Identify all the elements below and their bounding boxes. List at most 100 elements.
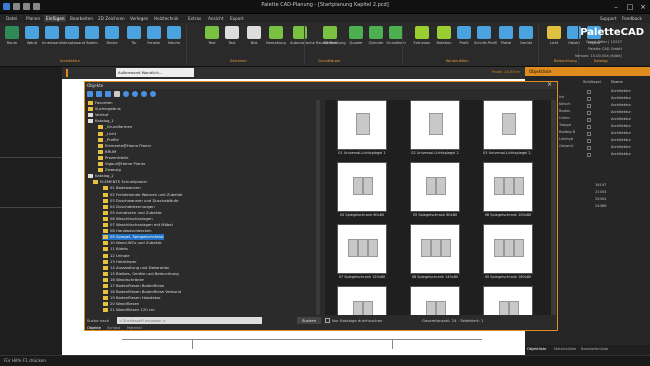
object-tab[interactable]: Material (127, 325, 142, 331)
ribbon-button-3[interactable]: Vorsatzwand (62, 26, 85, 45)
ribbon-button-15[interactable]: Quader (346, 26, 366, 45)
ribbon-button-1[interactable]: Wand (22, 26, 42, 45)
search-chip[interactable]: Außenwand Wandlich... (116, 68, 194, 77)
ribbon-button-12[interactable]: Bemaßung (266, 26, 286, 45)
folder-icon (103, 247, 108, 252)
object-tile[interactable]: 09 Spiegelschrank 160x80 (483, 224, 533, 279)
maximize-button[interactable]: □ (624, 2, 636, 12)
ribbon-button-17[interactable]: Grundform (386, 26, 406, 45)
object-tile[interactable]: 03 Universal-Lichtspiegel 2, mit Waschti… (483, 100, 533, 155)
object-thumbnail (337, 100, 387, 150)
ribbon-button-22[interactable]: Platte (496, 26, 516, 45)
ribbon-button-20[interactable]: Profil (454, 26, 474, 45)
list-row-checkbox[interactable] (587, 153, 591, 157)
object-tile[interactable]: 04 Spiegelschrank 60x80 (337, 162, 387, 217)
menu-item-7[interactable]: Extras (186, 15, 203, 22)
ribbon-button-label: Bild (250, 41, 258, 45)
list-row-checkbox[interactable] (587, 90, 591, 94)
menu-item-4[interactable]: 2D Zeichnen (96, 15, 127, 22)
close-icon[interactable]: × (547, 81, 552, 88)
ribbon-button-21[interactable]: Schnitt-Profil (474, 26, 497, 45)
ribbon-button-18[interactable]: Extrusion (412, 26, 432, 45)
ribbon-button-14[interactable]: 3D Text (320, 26, 340, 45)
object-tile[interactable]: 06 Spiegelschrank 100x80 (483, 162, 533, 217)
ribbon-button-2[interactable]: Innenwand (42, 26, 62, 45)
list-row-checkbox[interactable] (587, 111, 591, 115)
add-icon[interactable] (132, 91, 138, 97)
menu-item-0[interactable]: Datei (4, 15, 19, 22)
ribbon-button-label: Extrusion (413, 41, 431, 45)
menu-item-5[interactable]: Verlegen (128, 15, 150, 22)
ribbon-button-11[interactable]: Bild (244, 26, 264, 45)
status-bar: Für Hilfe F1 drücken (0, 355, 650, 366)
view-icon[interactable] (114, 91, 120, 97)
search-input[interactable] (117, 317, 262, 324)
tree-item-label: Suchergebnis (95, 106, 121, 112)
object-browser-window[interactable]: Objekte × Favoriten Suchergebnis Verlauf Ka… (84, 81, 558, 331)
menu-item-8[interactable]: Ansicht (206, 15, 225, 22)
ribbon-button-23[interactable]: Gerüst (516, 26, 536, 45)
ribbon-button-13[interactable]: Automatische Raumbemaßung (290, 26, 346, 45)
folder-icon (98, 125, 103, 130)
ribbon-button-label: Decke (106, 41, 118, 45)
list-row-checkbox[interactable] (587, 118, 591, 122)
up-icon[interactable] (105, 91, 111, 97)
ribbon-group-label: Konstruktion (446, 59, 469, 63)
minimize-button[interactable]: – (610, 2, 622, 12)
ribbon-button-label: 3D Text (323, 41, 337, 45)
ribbon-button-24[interactable]: Licht (544, 26, 564, 45)
right-panel-tab[interactable]: Bearbeitenliste (581, 347, 608, 351)
object-tile[interactable]: 02 Universal-Lichtspiegel 2 (410, 100, 460, 155)
catalog-tree[interactable]: Favoriten Suchergebnis Verlauf Katalog_1 _Gr… (87, 100, 315, 315)
ribbon-button-16[interactable]: Zylinder (366, 26, 386, 45)
menu-item-6[interactable]: Holztechnik (152, 15, 181, 22)
list-row-checkbox[interactable] (587, 104, 591, 108)
ribbon-button-19[interactable]: Rotation (434, 26, 454, 45)
menu-item-3[interactable]: Bearbeiten (68, 15, 95, 22)
ribbon-button-8[interactable]: Nische (164, 26, 184, 45)
catalog-only-checkbox[interactable] (325, 318, 330, 323)
ribbon-button-10[interactable]: Text (222, 26, 242, 45)
right-panel-tab[interactable]: Objektliste (527, 347, 546, 351)
ribbon-button-6[interactable]: Tür (124, 26, 144, 45)
search-row: Suche nach Suchen Nur Kataloge durchsuch… (87, 317, 557, 324)
list-row-checkbox[interactable] (587, 146, 591, 150)
object-tile[interactable] (337, 286, 387, 315)
list-row-checkbox[interactable] (587, 125, 591, 129)
tree-item[interactable]: 21 Wandfliesen 120 cm (102, 307, 155, 313)
remove-icon[interactable] (141, 91, 147, 97)
list-row-checkbox[interactable] (587, 97, 591, 101)
list-row-checkbox[interactable] (587, 132, 591, 136)
object-tab[interactable]: Objekte (87, 325, 101, 331)
search-button[interactable]: Suchen (297, 317, 321, 324)
close-button[interactable]: × (637, 2, 649, 12)
object-thumbnail (410, 224, 460, 274)
ribbon-button-icon (127, 26, 141, 39)
ribbon-button-4[interactable]: Boden (82, 26, 102, 45)
menu-right-item-0[interactable]: Support (598, 15, 619, 22)
object-tile[interactable]: 07 Spiegelschrank 120x80 (337, 224, 387, 279)
help-icon[interactable] (150, 91, 156, 97)
object-tile[interactable] (410, 286, 460, 315)
menu-right-item-1[interactable]: Feedback (620, 15, 644, 22)
object-tile[interactable] (483, 286, 533, 315)
object-tile[interactable]: 01 Universal-Lichtspiegel 1 (337, 100, 387, 155)
tree-scrollbar[interactable] (316, 100, 320, 315)
right-panel-tab[interactable]: Materialliste (554, 347, 576, 351)
forward-icon[interactable] (96, 91, 102, 97)
list-row-checkbox[interactable] (587, 139, 591, 143)
object-tab[interactable]: Symbol (107, 325, 120, 331)
menu-item-9[interactable]: Export (228, 15, 246, 22)
ribbon-button-5[interactable]: Decke (102, 26, 122, 45)
back-icon[interactable] (87, 91, 93, 97)
ribbon-button-7[interactable]: Fenster (144, 26, 164, 45)
list-row-name: Unten (559, 116, 570, 120)
object-tile[interactable]: 05 Spiegelschrank 80x80 (410, 162, 460, 217)
grid-scrollbar[interactable] (551, 100, 556, 315)
ribbon-button-9[interactable]: Text (202, 26, 222, 45)
refresh-icon[interactable] (123, 91, 129, 97)
menu-item-1[interactable]: Planen (24, 15, 42, 22)
menu-item-2[interactable]: Einfügen (44, 15, 67, 22)
ribbon-button-0[interactable]: Raum (2, 26, 22, 45)
object-tile[interactable]: 08 Spiegelschrank 140x80 (410, 224, 460, 279)
